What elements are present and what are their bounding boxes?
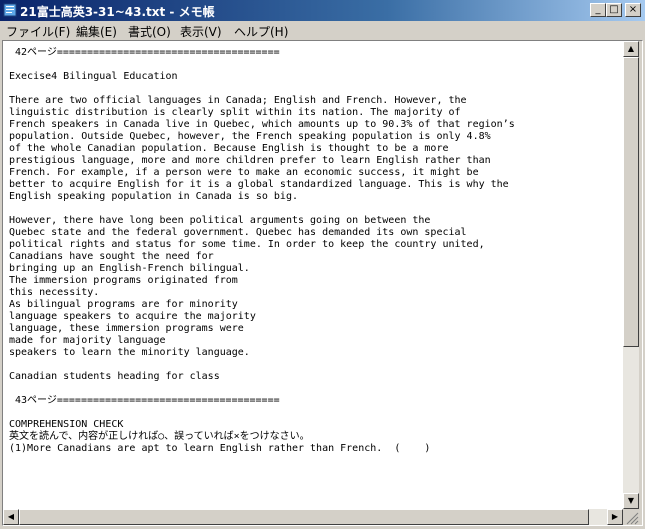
- document-line: linguistic distribution is clearly split…: [9, 107, 461, 118]
- scroll-up-button[interactable]: ▲: [623, 41, 639, 57]
- menu-file[interactable]: ファイル(F): [6, 23, 70, 40]
- document-line: COMPREHENSION CHECK: [9, 419, 124, 430]
- text-editor[interactable]: 42ページ===================================…: [3, 41, 623, 509]
- menu-view[interactable]: 表示(V): [180, 23, 222, 40]
- document-line: population. Outside Quebec, however, the…: [9, 131, 491, 142]
- document-line: prestigious language, more and more chil…: [9, 155, 491, 166]
- horizontal-scrollbar[interactable]: ◀ ▶: [3, 509, 623, 525]
- document-line: language speakers to acquire the majorit…: [9, 311, 256, 322]
- document-line: language, these immersion programs were: [9, 323, 244, 334]
- document-text[interactable]: 42ページ===================================…: [9, 47, 621, 455]
- document-line: English speaking population in Canada is…: [9, 191, 298, 202]
- document-line: French speakers in Canada live in Quebec…: [9, 119, 515, 130]
- document-line: 英文を読んで、内容が正しければ○、誤っていれば×をつけなさい。: [9, 431, 310, 442]
- arrow-up-icon: ▲: [627, 44, 635, 53]
- document-line: this necessity.: [9, 287, 100, 298]
- document-line: Canadians have sought the need for: [9, 251, 214, 262]
- document-line: political rights and status for some tim…: [9, 239, 485, 250]
- notepad-window: 21富士高英3-31~43.txt - メモ帳 _ □ × ファイル(F) 編集…: [0, 0, 645, 528]
- minimize-button[interactable]: _: [590, 3, 606, 17]
- document-line: Quebec state and the federal government.…: [9, 227, 467, 238]
- document-line: The immersion programs originated from: [9, 275, 238, 286]
- document-line: made for majority language: [9, 335, 166, 346]
- notepad-icon[interactable]: [3, 3, 17, 17]
- scroll-left-button[interactable]: ◀: [3, 509, 19, 525]
- resize-grip-icon: [626, 512, 639, 525]
- document-line: French. For example, if a person were to…: [9, 167, 479, 178]
- document-line: speakers to learn the minority language.: [9, 347, 250, 358]
- document-line: However, there have long been political …: [9, 215, 431, 226]
- resize-grip[interactable]: [623, 509, 639, 525]
- document-line: of the whole Canadian population. Becaus…: [9, 143, 449, 154]
- title-bar[interactable]: 21富士高英3-31~43.txt - メモ帳 _ □ ×: [0, 0, 645, 21]
- menu-bar: ファイル(F) 編集(E) 書式(O) 表示(V) ヘルプ(H): [0, 21, 645, 40]
- menu-format[interactable]: 書式(O): [128, 23, 171, 40]
- arrow-down-icon: ▼: [627, 496, 635, 505]
- document-line: 43ページ===================================…: [9, 395, 280, 406]
- arrow-right-icon: ▶: [611, 512, 619, 521]
- maximize-icon: □: [609, 4, 619, 15]
- vertical-scrollbar[interactable]: ▲ ▼: [623, 41, 639, 509]
- window-title: 21富士高英3-31~43.txt - メモ帳: [20, 5, 215, 19]
- close-button[interactable]: ×: [625, 3, 641, 17]
- document-line: Canadian students heading for class: [9, 371, 220, 382]
- menu-help[interactable]: ヘルプ(H): [234, 23, 288, 40]
- scroll-down-button[interactable]: ▼: [623, 493, 639, 509]
- vertical-scroll-thumb[interactable]: [623, 57, 639, 347]
- minimize-icon: _: [595, 4, 601, 15]
- document-line: There are two official languages in Cana…: [9, 95, 467, 106]
- document-line: (1)More Canadians are apt to learn Engli…: [9, 443, 431, 454]
- document-line: better to acquire English for it is a gl…: [9, 179, 509, 190]
- menu-edit[interactable]: 編集(E): [76, 23, 117, 40]
- maximize-button[interactable]: □: [606, 3, 622, 17]
- close-icon: ×: [628, 4, 638, 15]
- arrow-left-icon: ◀: [7, 512, 15, 521]
- document-line: bringing up an English-French bilingual.: [9, 263, 250, 274]
- document-line: As bilingual programs are for minority: [9, 299, 238, 310]
- scroll-right-button[interactable]: ▶: [607, 509, 623, 525]
- horizontal-scroll-thumb[interactable]: [19, 509, 589, 525]
- document-line: Execise4 Bilingual Education: [9, 71, 178, 82]
- document-line: 42ページ===================================…: [9, 47, 280, 58]
